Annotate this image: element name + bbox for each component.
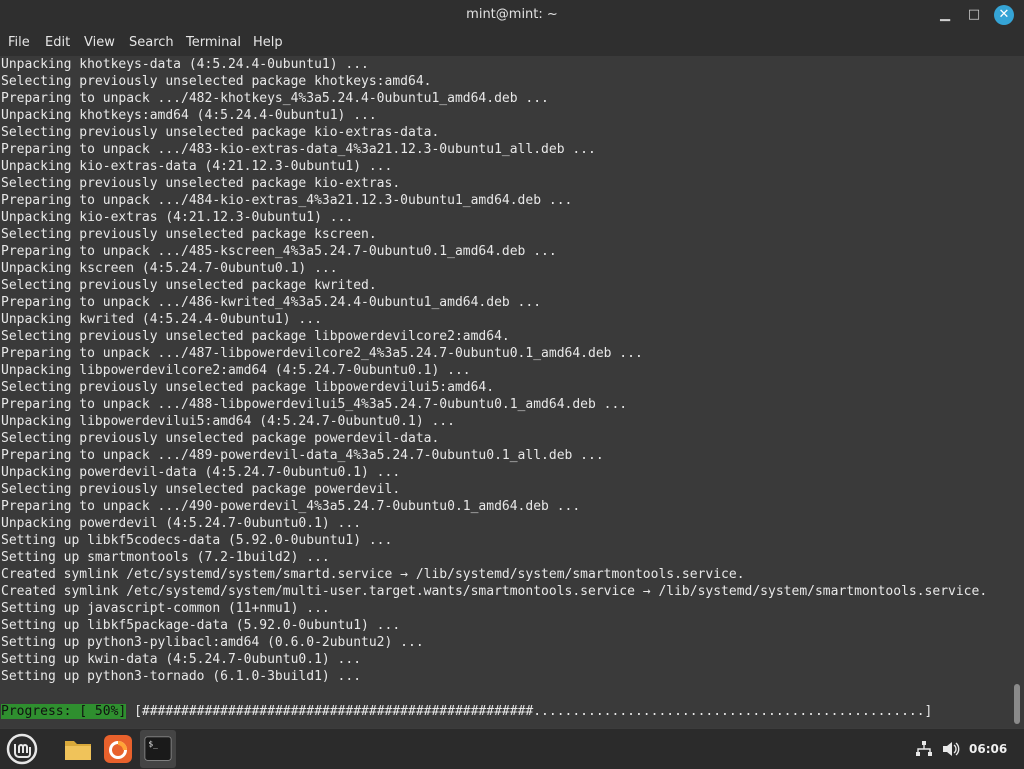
terminal-line: Preparing to unpack .../485-kscreen_4%3a… (1, 244, 557, 259)
menubar: File Edit View Search Terminal Help (0, 30, 1024, 56)
menu-search[interactable]: Search (129, 35, 174, 50)
menu-edit[interactable]: Edit (45, 35, 70, 50)
terminal-line: Created symlink /etc/systemd/system/mult… (1, 584, 988, 599)
firefox-icon[interactable] (102, 733, 134, 765)
menu-view[interactable]: View (84, 35, 115, 50)
terminal-line: Selecting previously unselected package … (1, 176, 401, 191)
terminal-line: Selecting previously unselected package … (1, 482, 401, 497)
terminal-line: Unpacking khotkeys-data (4:5.24.4-0ubunt… (1, 57, 369, 72)
terminal-line: Selecting previously unselected package … (1, 278, 377, 293)
terminal-line: Created symlink /etc/systemd/system/smar… (1, 567, 745, 582)
terminal-line: Setting up libkf5package-data (5.92.0-0u… (1, 618, 401, 633)
menu-file[interactable]: File (8, 35, 30, 50)
network-icon[interactable] (915, 740, 933, 758)
mint-menu-icon[interactable] (6, 733, 38, 765)
terminal-line: Unpacking kio-extras (4:21.12.3-0ubuntu1… (1, 210, 354, 225)
terminal-line: Selecting previously unselected package … (1, 227, 377, 242)
terminal-line: Unpacking powerdevil-data (4:5.24.7-0ubu… (1, 465, 401, 480)
terminal-line: Setting up smartmontools (7.2-1build2) .… (1, 550, 330, 565)
taskbar: $_ 06:06 (0, 728, 1024, 769)
menu-terminal[interactable]: Terminal (186, 35, 241, 50)
terminal-line: Setting up javascript-common (11+nmu1) .… (1, 601, 330, 616)
terminal-line: Unpacking powerdevil (4:5.24.7-0ubuntu0.… (1, 516, 362, 531)
minimize-icon[interactable]: ▁ (936, 6, 954, 24)
volume-icon[interactable] (941, 740, 961, 758)
clock[interactable]: 06:06 (969, 742, 1007, 756)
progress-bar: [#######################################… (134, 704, 933, 719)
terminal-line: Setting up python3-tornado (6.1.0-3build… (1, 669, 362, 684)
maximize-icon[interactable]: □ (965, 6, 983, 24)
terminal-line: Preparing to unpack .../488-libpowerdevi… (1, 397, 628, 412)
terminal-line: Preparing to unpack .../484-kio-extras_4… (1, 193, 573, 208)
terminal-line: Unpacking kscreen (4:5.24.7-0ubuntu0.1) … (1, 261, 338, 276)
terminal-line: Selecting previously unselected package … (1, 329, 510, 344)
menu-help[interactable]: Help (253, 35, 283, 50)
terminal-line: Preparing to unpack .../487-libpowerdevi… (1, 346, 643, 361)
terminal-line: Preparing to unpack .../489-powerdevil-d… (1, 448, 604, 463)
terminal-line: Setting up libkf5codecs-data (5.92.0-0ub… (1, 533, 393, 548)
terminal-line: Selecting previously unselected package … (1, 431, 440, 446)
terminal-line: Unpacking kio-extras-data (4:21.12.3-0ub… (1, 159, 393, 174)
progress-line: Progress: [ 50%] [######################… (1, 703, 932, 720)
terminal-line: Unpacking libpowerdevilcore2:amd64 (4:5.… (1, 363, 471, 378)
terminal-line: Preparing to unpack .../486-kwrited_4%3a… (1, 295, 542, 310)
terminal-line: Selecting previously unselected package … (1, 74, 432, 89)
files-folder-icon[interactable] (62, 733, 94, 765)
svg-text:$_: $_ (148, 739, 158, 748)
terminal-icon: $_ (144, 736, 172, 761)
terminal-output[interactable]: Unpacking khotkeys-data (4:5.24.4-0ubunt… (0, 56, 1024, 728)
progress-label: Progress: [ 50%] (1, 704, 127, 719)
terminal-line: Preparing to unpack .../490-powerdevil_4… (1, 499, 581, 514)
terminal-line: Preparing to unpack .../483-kio-extras-d… (1, 142, 596, 157)
terminal-taskbar-button[interactable]: $_ (140, 730, 176, 768)
terminal-lines: Unpacking khotkeys-data (4:5.24.4-0ubunt… (1, 56, 987, 685)
window-titlebar: mint@mint: ~ ▁ □ ✕ (0, 0, 1024, 30)
window-title: mint@mint: ~ (466, 7, 558, 22)
terminal-line: Setting up kwin-data (4:5.24.7-0ubuntu0.… (1, 652, 362, 667)
terminal-line: Unpacking khotkeys:amd64 (4:5.24.4-0ubun… (1, 108, 377, 123)
terminal-line: Setting up python3-pylibacl:amd64 (0.6.0… (1, 635, 424, 650)
terminal-line: Selecting previously unselected package … (1, 125, 440, 140)
close-icon[interactable]: ✕ (994, 5, 1014, 25)
terminal-line: Selecting previously unselected package … (1, 380, 495, 395)
terminal-scrollbar[interactable] (1014, 684, 1020, 724)
terminal-line: Preparing to unpack .../482-khotkeys_4%3… (1, 91, 549, 106)
terminal-line: Unpacking kwrited (4:5.24.4-0ubuntu1) ..… (1, 312, 322, 327)
terminal-line: Unpacking libpowerdevilui5:amd64 (4:5.24… (1, 414, 455, 429)
